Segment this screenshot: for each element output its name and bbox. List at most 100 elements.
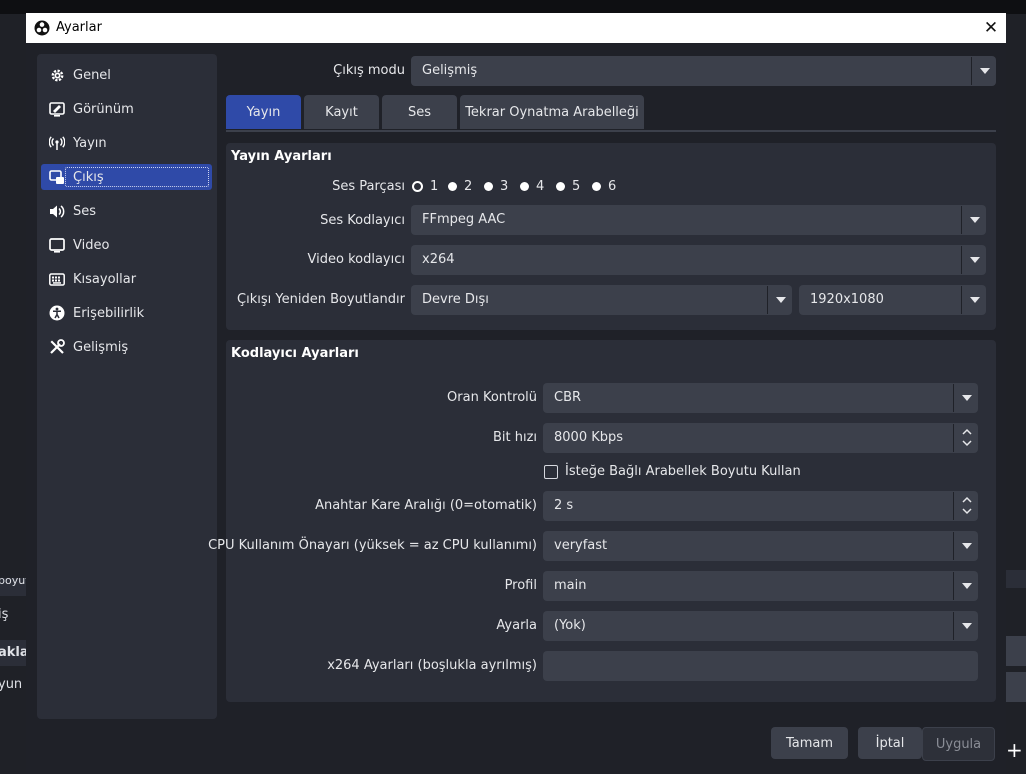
radio-indicator — [556, 182, 565, 191]
tab-yayin[interactable]: Yayın — [226, 95, 301, 129]
background-text-fragment: yun — [0, 677, 23, 692]
dropdown-separator — [953, 612, 954, 640]
tools-icon — [49, 339, 65, 355]
chevron-down-icon[interactable] — [962, 508, 972, 515]
x264-options-label: x264 Ayarları (boşlukla ayrılmış) — [327, 658, 537, 673]
tab-ses[interactable]: Ses — [382, 95, 457, 129]
button-label: Tamam — [785, 735, 834, 751]
radio-indicator — [520, 182, 529, 191]
encoder-settings-group: Kodlayıcı Ayarları Oran Kontrolü CBR Bit… — [208, 340, 996, 702]
keyframe-interval-label: Anahtar Kare Aralığı (0=otomatik) — [315, 498, 537, 513]
dropdown-separator — [953, 572, 954, 600]
audio-encoder-label: Ses Kodlayıcı — [320, 213, 405, 228]
sidebar-item-kisayollar[interactable]: Kısayollar — [41, 266, 212, 292]
background-text-fragment: iş — [0, 607, 9, 622]
output-mode-value: Gelişmiş — [422, 63, 478, 78]
video-encoder-dropdown[interactable]: x264 — [411, 245, 986, 275]
radio-indicator — [484, 182, 493, 191]
chevron-down-icon — [962, 623, 972, 629]
focus-rectangle — [65, 167, 209, 187]
add-icon[interactable]: + — [1006, 738, 1023, 762]
chevron-up-icon[interactable] — [962, 496, 972, 503]
obs-logo-icon — [34, 20, 50, 36]
button-label: İptal — [875, 735, 905, 751]
background-control — [1006, 636, 1026, 666]
profile-label: Profil — [504, 578, 537, 593]
settings-dialog: Ayarlar ✕ Genel Görünüm Yayın Çıkış Ses … — [26, 13, 1006, 774]
audio-track-radio-1[interactable]: 1 — [412, 179, 438, 194]
spinbox-separator — [953, 492, 954, 520]
cpu-preset-dropdown[interactable]: veryfast — [543, 531, 978, 561]
audio-track-radio-3[interactable]: 3 — [484, 179, 508, 194]
radio-indicator — [592, 182, 601, 191]
chevron-down-icon — [970, 217, 980, 223]
radio-label: 4 — [536, 179, 545, 194]
output-mode-dropdown[interactable]: Gelişmiş — [411, 56, 996, 86]
background-text-fragment: akla — [0, 645, 29, 660]
dropdown-value: CBR — [554, 390, 582, 405]
tab-replay-buffer[interactable]: Tekrar Oynatma Arabelleği — [460, 95, 644, 129]
dropdown-separator — [953, 384, 954, 412]
radio-indicator — [448, 182, 457, 191]
cancel-button[interactable]: İptal — [858, 727, 922, 759]
rate-control-label: Oran Kontrolü — [447, 390, 537, 405]
broadcast-antenna-icon — [49, 135, 65, 151]
tab-label: Tekrar Oynatma Arabelleği — [465, 104, 639, 120]
gear-icon — [49, 67, 65, 83]
rate-control-dropdown[interactable]: CBR — [543, 383, 978, 413]
sidebar-item-gelismis[interactable]: Gelişmiş — [41, 334, 212, 360]
bitrate-spinbox[interactable]: 8000 Kbps — [543, 423, 978, 453]
audio-track-radio-4[interactable]: 4 — [520, 179, 544, 194]
chevron-down-icon — [962, 395, 972, 401]
sidebar-item-erisebilirlik[interactable]: Erişebilirlik — [41, 300, 212, 326]
button-label: Uygula — [935, 736, 982, 752]
tab-kayit[interactable]: Kayıt — [304, 95, 379, 129]
sidebar-item-cikis[interactable]: Çıkış — [41, 164, 212, 190]
chevron-down-icon[interactable] — [962, 440, 972, 447]
sidebar-item-label: Görünüm — [73, 101, 134, 117]
profile-dropdown[interactable]: main — [543, 571, 978, 601]
sidebar-item-label: Yayın — [73, 135, 107, 151]
tab-label: Yayın — [246, 104, 281, 120]
chevron-up-icon[interactable] — [962, 428, 972, 435]
tab-label: Kayıt — [325, 104, 358, 120]
custom-buffer-checkbox[interactable] — [544, 465, 558, 479]
tune-label: Ayarla — [496, 618, 537, 633]
keyboard-icon — [49, 271, 65, 287]
chevron-down-icon — [980, 68, 990, 74]
output-mode-label: Çıkış modu — [333, 63, 405, 78]
dropdown-value: Devre Dışı — [422, 292, 489, 307]
rescale-dropdown[interactable]: Devre Dışı — [411, 285, 792, 315]
chevron-down-icon — [776, 297, 786, 303]
stream-settings-group: Yayın Ayarları Ses Parçası 1 2 3 4 5 6 S… — [226, 143, 996, 330]
dropdown-value: veryfast — [554, 538, 608, 553]
keyframe-interval-spinbox[interactable]: 2 s — [543, 491, 978, 521]
audio-track-radio-6[interactable]: 6 — [592, 179, 616, 194]
close-icon: ✕ — [983, 18, 999, 38]
window-title: Ayarlar — [56, 20, 102, 35]
radio-label: 3 — [500, 179, 509, 194]
background-panel-header — [1006, 570, 1026, 588]
radio-label: 1 — [430, 179, 439, 194]
sidebar-item-genel[interactable]: Genel — [41, 62, 212, 88]
sidebar-item-label: Erişebilirlik — [73, 305, 145, 321]
dropdown-separator — [961, 286, 962, 314]
sidebar-item-yayin[interactable]: Yayın — [41, 130, 212, 156]
audio-track-radio-2[interactable]: 2 — [448, 179, 472, 194]
ok-button[interactable]: Tamam — [771, 727, 848, 759]
custom-buffer-label: İsteğe Bağlı Arabellek Boyutu Kullan — [565, 464, 801, 479]
rescale-resolution-dropdown[interactable]: 1920x1080 — [799, 285, 986, 315]
appearance-icon — [49, 101, 65, 117]
apply-button[interactable]: Uygula — [922, 727, 995, 761]
sidebar-item-ses[interactable]: Ses — [41, 198, 212, 224]
x264-options-input[interactable] — [543, 651, 978, 681]
audio-encoder-dropdown[interactable]: FFmpeg AAC — [411, 205, 986, 235]
sidebar-item-gorunum[interactable]: Görünüm — [41, 96, 212, 122]
tune-dropdown[interactable]: (Yok) — [543, 611, 978, 641]
sidebar-item-label: Video — [73, 237, 110, 253]
audio-track-radio-5[interactable]: 5 — [556, 179, 580, 194]
close-button[interactable]: ✕ — [980, 18, 1002, 38]
dropdown-separator — [971, 57, 972, 85]
chevron-down-icon — [970, 297, 980, 303]
sidebar-item-video[interactable]: Video — [41, 232, 212, 258]
